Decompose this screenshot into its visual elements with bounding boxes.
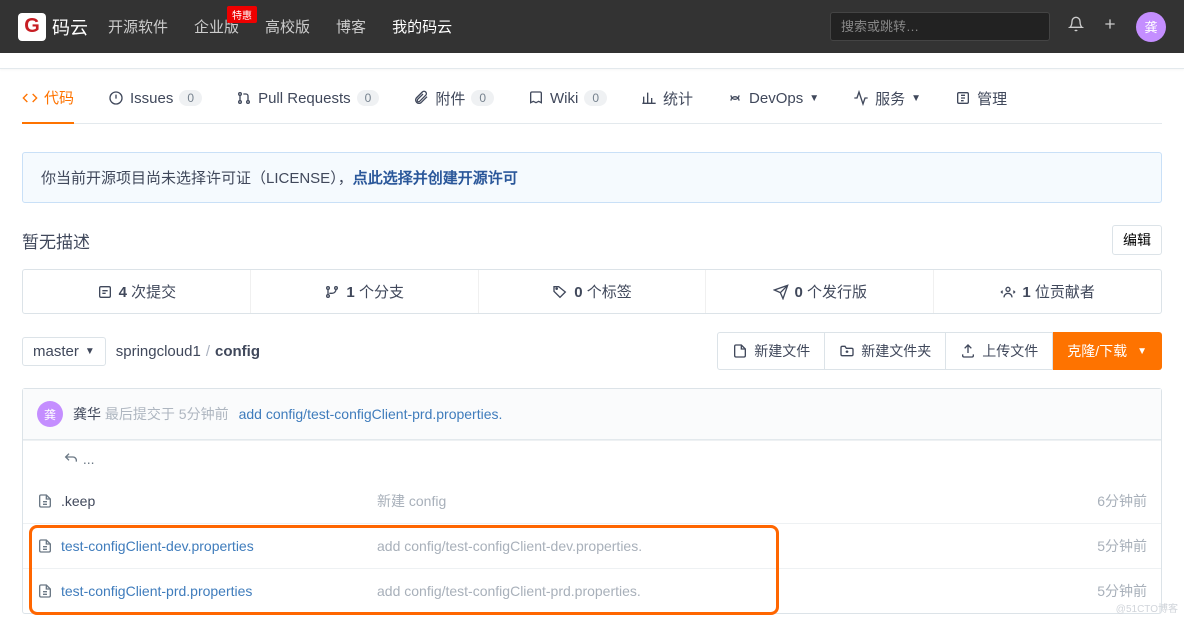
new-folder-button[interactable]: 新建文件夹 [825, 332, 946, 370]
file-commit-msg: 新建 config [377, 491, 1047, 511]
clone-download-button[interactable]: 克隆/下载▼ [1053, 332, 1162, 370]
chevron-down-icon: ▼ [809, 93, 819, 104]
last-commit-header: 龚 龚华 最后提交于 5分钟前 add config/test-configCl… [23, 389, 1161, 440]
logo[interactable]: G 码云 [18, 13, 88, 41]
bell-icon[interactable] [1068, 16, 1084, 37]
commit-author-avatar: 龚 [37, 401, 63, 427]
upload-button[interactable]: 上传文件 [946, 332, 1053, 370]
new-file-button[interactable]: 新建文件 [717, 332, 825, 370]
tab-services[interactable]: 服务▼ [853, 87, 921, 123]
file-row[interactable]: test-configClient-prd.propertiesadd conf… [23, 568, 1161, 613]
logo-text: 码云 [52, 14, 88, 40]
file-name[interactable]: test-configClient-dev.properties [37, 538, 377, 554]
file-action-buttons: 新建文件 新建文件夹 上传文件 克隆/下载▼ [717, 332, 1162, 370]
chevron-down-icon: ▼ [85, 346, 95, 357]
file-time: 6分钟前 [1047, 491, 1147, 511]
tab-attachments[interactable]: 附件0 [413, 87, 494, 123]
nav-edu[interactable]: 高校版 [265, 16, 310, 37]
nav-enterprise[interactable]: 企业版 特惠 [194, 16, 239, 37]
breadcrumb-path: config [215, 343, 260, 360]
branch-selector[interactable]: master▼ [22, 337, 106, 366]
file-row[interactable]: test-configClient-dev.propertiesadd conf… [23, 523, 1161, 568]
search-input[interactable] [830, 12, 1050, 41]
subbar [0, 53, 1184, 69]
description-row: 暂无描述 编辑 [22, 225, 1162, 255]
stat-commits[interactable]: 4 次提交 [23, 270, 250, 313]
file-time: 5分钟前 [1047, 581, 1147, 601]
topbar-right: 龚 [830, 12, 1166, 42]
breadcrumb-repo[interactable]: springcloud1 [116, 343, 201, 360]
stat-tags[interactable]: 0 个标签 [478, 270, 706, 313]
tab-manage[interactable]: 管理 [955, 87, 1007, 123]
file-time: 5分钟前 [1047, 536, 1147, 556]
description-text: 暂无描述 [22, 228, 90, 253]
logo-icon: G [18, 13, 46, 41]
watermark: @51CTO博客 [1116, 600, 1178, 615]
create-license-link[interactable]: 点此选择并创建开源许可 [353, 170, 518, 187]
tab-wiki[interactable]: Wiki0 [528, 87, 607, 123]
file-listing: 龚 龚华 最后提交于 5分钟前 add config/test-configCl… [22, 388, 1162, 614]
topbar: G 码云 开源软件 企业版 特惠 高校版 博客 我的码云 龚 [0, 0, 1184, 53]
file-name[interactable]: test-configClient-prd.properties [37, 583, 377, 599]
promo-badge: 特惠 [227, 6, 257, 23]
nav-opensource[interactable]: 开源软件 [108, 16, 168, 37]
chevron-down-icon: ▼ [1137, 346, 1147, 357]
stat-releases[interactable]: 0 个发行版 [705, 270, 933, 313]
top-nav: 开源软件 企业版 特惠 高校版 博客 我的码云 [108, 16, 452, 37]
stat-contributors[interactable]: 1 位贡献者 [933, 270, 1161, 313]
chevron-down-icon: ▼ [911, 93, 921, 104]
nav-my[interactable]: 我的码云 [392, 16, 452, 37]
tab-code[interactable]: 代码 [22, 87, 74, 124]
nav-blog[interactable]: 博客 [336, 16, 366, 37]
file-commit-msg: add config/test-configClient-dev.propert… [377, 538, 1047, 554]
breadcrumb: springcloud1/config [116, 343, 260, 360]
license-notice: 你当前开源项目尚未选择许可证（LICENSE），点此选择并创建开源许可 [22, 152, 1162, 203]
stats-bar: 4 次提交 1 个分支 0 个标签 0 个发行版 1 位贡献者 [22, 269, 1162, 314]
repo-tabs: 代码 Issues0 Pull Requests0 附件0 Wiki0 统计 D… [22, 69, 1162, 124]
tab-stats[interactable]: 统计 [641, 87, 693, 123]
stat-branches[interactable]: 1 个分支 [250, 270, 478, 313]
file-row[interactable]: .keep新建 config6分钟前 [23, 479, 1161, 523]
action-row: master▼ springcloud1/config 新建文件 新建文件夹 上… [22, 332, 1162, 370]
plus-icon[interactable] [1102, 16, 1118, 37]
tab-issues[interactable]: Issues0 [108, 87, 202, 123]
edit-description-button[interactable]: 编辑 [1112, 225, 1162, 255]
go-up-row[interactable]: ... [23, 440, 1161, 479]
file-commit-msg: add config/test-configClient-prd.propert… [377, 583, 1047, 599]
tab-devops[interactable]: DevOps▼ [727, 87, 819, 123]
tab-pullrequests[interactable]: Pull Requests0 [236, 87, 379, 123]
avatar[interactable]: 龚 [1136, 12, 1166, 42]
file-name[interactable]: .keep [37, 493, 377, 509]
commit-message-link[interactable]: add config/test-configClient-prd.propert… [239, 406, 503, 422]
